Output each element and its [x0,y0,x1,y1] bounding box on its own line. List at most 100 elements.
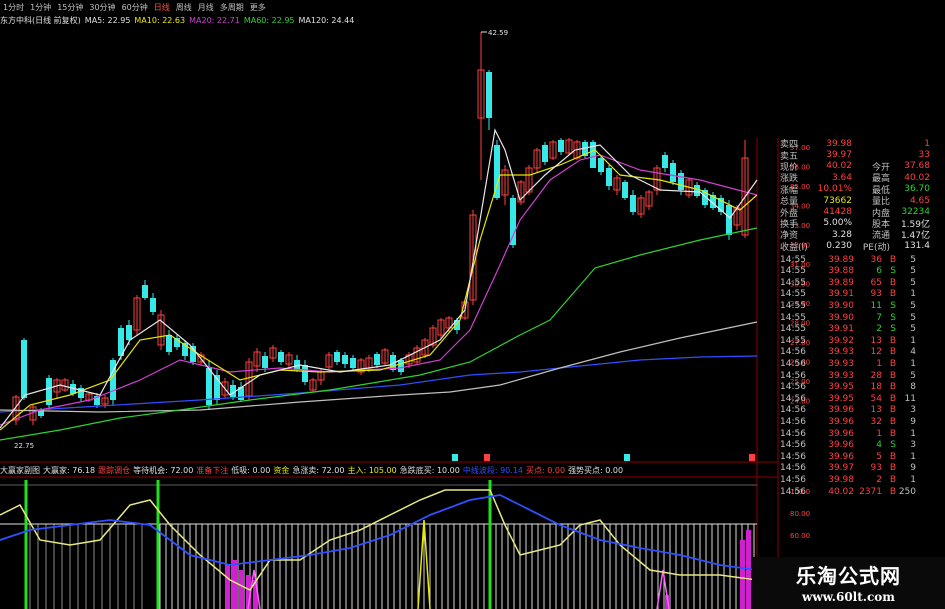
trade-cell: 39.91 [828,324,854,335]
ind-v4: 准备下注 [196,465,229,475]
trade-cell: 39.95 [828,382,854,393]
period-tab-1[interactable]: 1分钟 [27,2,54,13]
trade-row: 14:56 39.95 54 B 11 [780,393,945,405]
trade-cell: 14:56 [780,451,806,462]
candle-body-down [598,158,604,172]
trade-cell: 1 [910,289,916,300]
trade-cell: S [890,312,896,323]
candle-body-down [678,173,684,190]
ind-v2: 跟踪调仓 [98,465,131,475]
candle-body-down [334,352,340,362]
trade-cell: B [889,486,896,497]
quote-cell: 36.70 [904,184,930,195]
trade-cell: 11 [870,301,882,312]
trade-cell: 14:55 [780,254,806,265]
period-tab-3[interactable]: 30分钟 [86,2,118,13]
trade-cell: 36 [870,254,882,265]
trade-cell: 39.96 [828,428,854,439]
ind-oscillator-line [0,489,758,591]
candle-body-down [21,340,27,398]
trade-cell: 250 [898,486,916,497]
trade-cell: 5 [910,301,916,312]
trade-cell: 14:55 [780,324,806,335]
trade-cell: 39.91 [828,289,854,300]
trade-cell: 14:56 [780,463,806,474]
candle-body-down [342,355,348,364]
watermark-url: www.60lt.com [802,590,895,604]
trade-cell: B [889,474,896,485]
trade-cell: 1 [910,474,916,485]
watermark-title: 乐淘公式网 [796,564,901,588]
candle-body-down [630,195,636,212]
trade-row: 14:56 39.96 13 B 3 [780,405,945,417]
ma120-value: MA120: 24.44 [298,16,355,25]
trade-cell: 13 [870,405,882,416]
period-tab-4[interactable]: 60分钟 [119,2,151,13]
quote-cell: 73662 [823,195,852,206]
trade-cell: 65 [870,277,882,288]
ind-magenta-bar [232,560,237,609]
trade-cell: 39.95 [828,393,854,404]
quote-cell: 10.01% [817,184,852,195]
trade-cell: B [889,347,896,358]
candle-body-down [694,185,700,196]
trade-cell: 14:56 [780,382,806,393]
trade-cell: 14:55 [780,289,806,300]
candle-body-down [302,365,308,382]
ind-v1: 大赢家: 76.18 [43,465,96,475]
ind-v10: 中线波段: 90.14 [462,465,523,475]
trade-cell: B [889,370,896,381]
ma60-value: MA60: 22.95 [243,16,295,25]
ma-legend: 东方中科(日线 前复权) MA5: 22.95 MA10: 22.63 MA20… [0,14,532,27]
trade-cell: 5 [876,451,882,462]
trade-row: 14:56 39.93 1 B 1 [780,358,945,370]
trade-cell: 39.93 [828,370,854,381]
trade-cell: 1 [910,451,916,462]
trade-cell: 39.90 [828,301,854,312]
ind-v12: 强势买点: 0.00 [568,465,624,475]
period-tab-5[interactable]: 日线 [151,2,173,13]
trade-cell: 14:55 [780,266,806,277]
trade-row: 14:56 39.98 2 B 1 [780,474,945,486]
period-tab-8[interactable]: 多周期 [217,2,247,13]
quote-cell: 4.65 [909,195,930,206]
trade-list[interactable]: 14:55 39.89 36 B 5 14:55 39.88 6 S 5 14:55 39.89 65 B… [780,254,945,497]
period-tab-9[interactable]: 更多 [247,2,269,13]
quote-cell: 0.230 [826,241,852,252]
trade-row: 14:56 39.96 4 S 3 [780,439,945,451]
period-toolbar: 1分时 1分钟 15分钟 30分钟 60分钟 日线 周线 月线 多周期 更多 [0,0,532,14]
period-tab-6[interactable]: 周线 [173,2,195,13]
trade-cell: B [889,254,896,265]
trade-row: 14:55 39.88 6 S 5 [780,266,945,278]
ind-magenta-bar [239,570,244,609]
trade-row: 14:56 39.95 18 B 8 [780,381,945,393]
period-tab-2[interactable]: 15分钟 [54,2,86,13]
candle-body-down [670,163,676,182]
quote-cell: PE(动) [862,242,890,253]
candle-body-down [142,285,148,298]
trade-cell: 7 [876,312,882,323]
trade-cell: 14:56 [780,474,806,485]
trade-cell: 8 [910,382,916,393]
quote-cell: 39.98 [826,138,852,149]
trade-cell: 5 [910,370,916,381]
candle-body-down [278,352,284,362]
candle-body-down [726,205,732,235]
ind-v7: 急涨卖: 72.00 [292,465,345,475]
trade-cell: B [889,428,896,439]
trade-cell: B [889,359,896,370]
signal-marker [749,454,755,461]
quote-cell: 40.02 [904,172,930,183]
candle-body-down [622,182,628,198]
trade-row: 14:55 39.90 11 S 5 [780,300,945,312]
trade-cell: 5 [910,277,916,288]
candle-body-down [150,298,156,312]
trade-row: 14:56 39.96 5 B 1 [780,451,945,463]
trade-cell: 4 [910,347,916,358]
period-tab-7[interactable]: 月线 [195,2,217,13]
trade-cell: B [889,463,896,474]
quote-cell: 3.28 [831,229,852,240]
trade-row: 14:55 39.90 7 S 5 [780,312,945,324]
quote-cell: 41428 [823,207,852,218]
period-tab-0[interactable]: 1分时 [0,2,27,13]
